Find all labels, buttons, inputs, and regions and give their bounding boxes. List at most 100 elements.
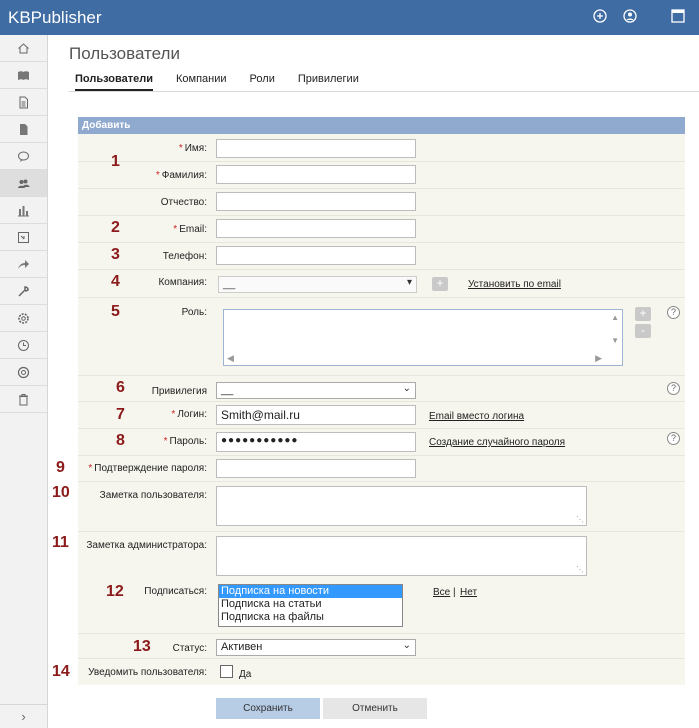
row-divider (78, 188, 685, 189)
book-icon (18, 70, 29, 80)
sidebar-item-trash[interactable] (0, 386, 47, 413)
help-icon[interactable]: ? (667, 306, 680, 319)
tab-roles[interactable]: Роли (250, 73, 275, 91)
notify-option-label: Да (239, 669, 252, 680)
sidebar-item-share[interactable] (0, 251, 47, 278)
login-input[interactable]: Smith@mail.ru (216, 405, 416, 425)
resize-grip-icon[interactable]: ⋱ (576, 515, 584, 524)
status-select[interactable]: Активен ⌄ (216, 639, 416, 656)
tab-companies[interactable]: Компании (176, 73, 227, 91)
required-mark: * (163, 436, 168, 447)
first-name-label: * Имя: (179, 143, 207, 154)
resize-grip-icon[interactable]: ⋱ (576, 565, 584, 574)
email-as-login-link[interactable]: Email вместо логина (429, 411, 524, 422)
admin-note-label: Заметка администратора: (86, 540, 207, 551)
email-input[interactable] (216, 219, 416, 238)
annotation-number: 11 (52, 534, 69, 551)
annotation-number: 13 (133, 638, 151, 655)
add-user-form: Добавить 1 2 3 4 5 6 7 8 9 10 11 12 13 1… (52, 117, 685, 685)
annotation-number: 12 (106, 583, 124, 600)
email-label-text: Email: (179, 224, 207, 235)
status-label: Статус: (172, 643, 207, 654)
list-item[interactable]: Подписка на статьи (219, 598, 402, 611)
list-item[interactable]: Подписка на файлы (219, 611, 402, 624)
login-label: * Логин: (171, 409, 207, 420)
chevron-down-icon: ⌄ (402, 383, 411, 394)
sidebar-item-reports[interactable] (0, 197, 47, 224)
first-name-input[interactable] (216, 139, 416, 158)
scroll-up-icon[interactable]: ▲ (611, 313, 619, 322)
annotation-number: 4 (111, 273, 120, 290)
sidebar-item-files[interactable] (0, 116, 47, 143)
scroll-right-icon[interactable]: ▶ (595, 353, 602, 364)
random-password-link[interactable]: Создание случайного пароля (429, 437, 565, 448)
chart-icon (18, 205, 29, 216)
sidebar-item-help[interactable] (0, 359, 47, 386)
scroll-left-icon[interactable]: ◀ (227, 353, 234, 364)
required-mark: * (171, 409, 176, 420)
user-profile-icon[interactable] (623, 9, 637, 23)
user-note-label: Заметка пользователя: (99, 490, 207, 501)
privilege-select[interactable]: __ ⌄ (216, 382, 416, 399)
sidebar-item-knowledgebase[interactable] (0, 62, 47, 89)
phone-input[interactable] (216, 246, 416, 265)
remove-role-button[interactable]: - (635, 324, 651, 338)
help-icon[interactable]: ? (667, 432, 680, 445)
row-divider (78, 242, 685, 243)
app-title: KBPublisher (8, 8, 102, 27)
sidebar-item-users[interactable] (0, 170, 47, 197)
history-icon (18, 339, 29, 351)
add-role-button[interactable]: + (635, 307, 651, 321)
share-icon (18, 259, 29, 269)
password-label: * Пароль: (164, 436, 207, 447)
add-company-button[interactable]: + (432, 277, 448, 291)
privilege-label: Привилегия (151, 386, 207, 397)
sidebar-item-history[interactable] (0, 332, 47, 359)
select-none-link[interactable]: Нет (460, 587, 477, 598)
sidebar-item-settings[interactable] (0, 305, 47, 332)
select-all-link[interactable]: Все (433, 587, 450, 598)
set-by-email-link[interactable]: Установить по email (468, 279, 561, 290)
user-note-textarea[interactable]: ⋱ (216, 486, 587, 526)
subscribe-listbox[interactable]: Подписка на новости Подписка на статьи П… (218, 584, 403, 627)
sidebar-item-tools[interactable] (0, 278, 47, 305)
help-icon[interactable]: ? (667, 382, 680, 395)
row-divider (78, 375, 685, 376)
password-input[interactable]: ●●●●●●●●●●● (216, 432, 416, 452)
sidebar-item-documents[interactable] (0, 89, 47, 116)
add-circle-icon[interactable] (593, 9, 607, 23)
row-divider (78, 428, 685, 429)
sidebar-expand-button[interactable]: › (0, 704, 47, 728)
privilege-select-value: __ (221, 384, 234, 396)
help-icon (17, 366, 30, 378)
sidebar-item-home[interactable] (0, 35, 47, 62)
sidebar-item-import[interactable] (0, 224, 47, 251)
tab-privileges[interactable]: Привилегии (298, 73, 359, 91)
company-select[interactable]: __ ▾ (218, 276, 417, 293)
tab-bar: Пользователи Компании Роли Привилегии (75, 73, 382, 91)
annotation-number: 7 (116, 406, 125, 423)
users-icon (18, 179, 30, 188)
chevron-right-icon: › (21, 709, 26, 724)
role-list[interactable]: ▲ ▼ ◀ ▶ (223, 309, 623, 366)
notify-checkbox[interactable] (220, 665, 233, 678)
password-confirm-input[interactable] (216, 459, 416, 478)
panel-header: Добавить (78, 117, 685, 134)
middle-name-input[interactable] (216, 192, 416, 211)
cancel-button[interactable]: Отменить (323, 698, 427, 719)
tab-users[interactable]: Пользователи (75, 73, 154, 91)
save-button[interactable]: Сохранить (216, 698, 320, 719)
import-icon (18, 231, 29, 243)
annotation-number: 6 (116, 379, 125, 396)
last-name-input[interactable] (216, 165, 416, 184)
annotation-number: 3 (111, 246, 120, 263)
window-icon[interactable] (671, 9, 685, 23)
sidebar-item-comments[interactable] (0, 143, 47, 170)
list-item[interactable]: Подписка на новости (219, 585, 402, 598)
row-divider (78, 161, 685, 162)
first-name-label-text: Имя: (184, 143, 207, 154)
admin-note-textarea[interactable]: ⋱ (216, 536, 587, 576)
scroll-down-icon[interactable]: ▼ (611, 336, 619, 345)
row-divider (78, 215, 685, 216)
row-divider (78, 269, 685, 270)
